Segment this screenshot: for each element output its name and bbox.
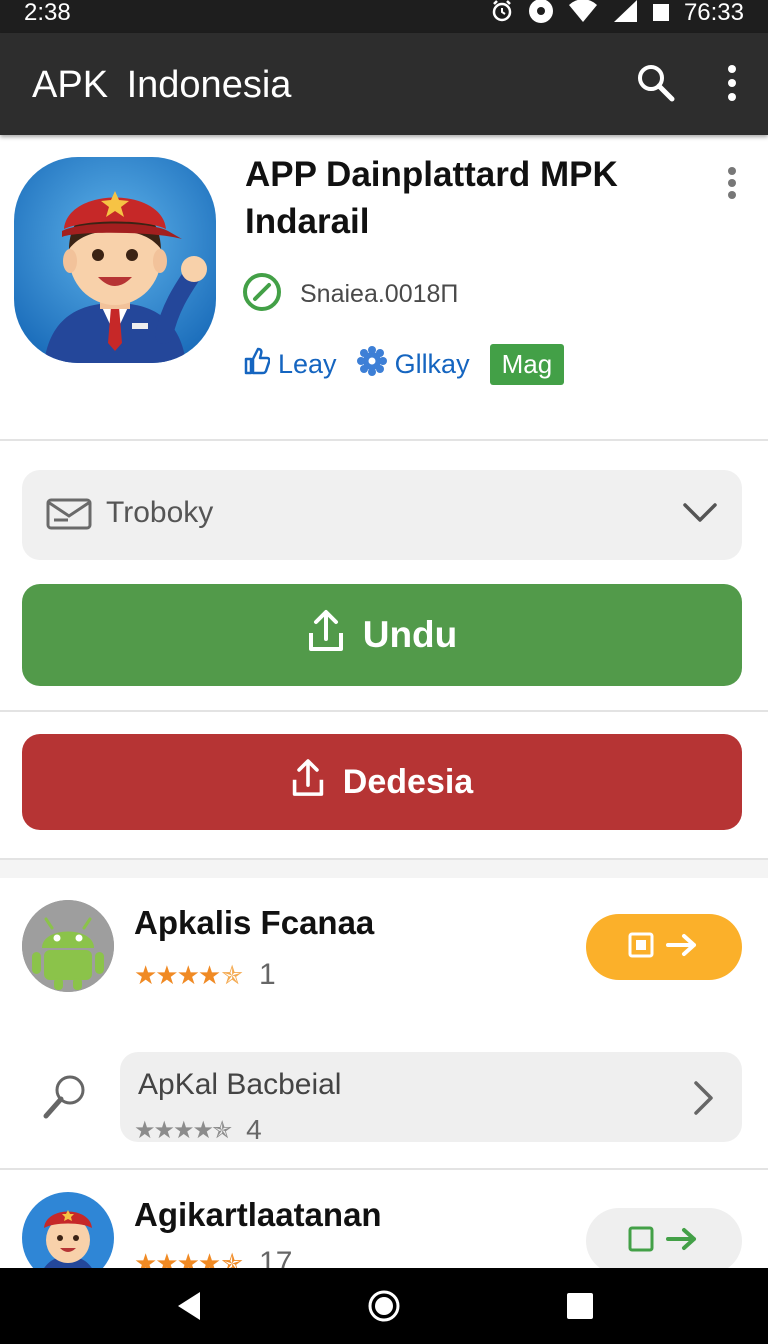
- sync-icon: [528, 0, 554, 29]
- tag-row: Leay Gllkay Mag: [244, 343, 565, 385]
- tag-like-label: Leay: [278, 348, 337, 379]
- open-app-button[interactable]: [586, 914, 742, 980]
- tag-category-label: Gllkay: [394, 348, 470, 379]
- star-icon: ★★★★: [134, 1247, 221, 1269]
- download-button-label: Undu: [362, 614, 458, 655]
- upload-icon: [291, 758, 325, 807]
- status-bar: 2:38 76:33: [0, 0, 768, 33]
- section-divider: [0, 858, 768, 878]
- navigation-bar: [0, 1268, 768, 1344]
- signal-icon: [612, 0, 638, 28]
- app-window-icon: [628, 1226, 654, 1257]
- app-window-icon: [628, 932, 654, 963]
- app-header: APP Dainplattard MPK Indarail Snaiea.001…: [0, 135, 768, 441]
- recents-icon[interactable]: [562, 1288, 598, 1324]
- thumbs-up-icon: [244, 347, 271, 382]
- mail-icon: [46, 498, 92, 535]
- android-avatar: [22, 900, 114, 992]
- rating-count: 4: [246, 1114, 262, 1145]
- rating-stars: ★★★★ ✯ 1: [134, 958, 276, 992]
- app-bar-title: APK Indonesia: [32, 64, 292, 106]
- rating-stars: ★★★★ ✯ 17: [134, 1246, 292, 1268]
- tag-category[interactable]: Gllkay: [356, 345, 470, 383]
- list-item-name: ApKal Bacbeial: [138, 1068, 342, 1101]
- app-title: APP Dainplattard MPK Indarail: [245, 155, 618, 241]
- open-app-button[interactable]: [586, 1208, 742, 1268]
- gear-icon: [356, 345, 387, 383]
- rating-count: 17: [259, 1246, 293, 1268]
- app-version: Snaiea.0018П: [300, 280, 459, 308]
- tag-like[interactable]: Leay: [244, 347, 337, 382]
- chevron-right-icon: [692, 1080, 716, 1121]
- status-icons: 76:33: [490, 0, 744, 26]
- home-icon[interactable]: [366, 1288, 402, 1324]
- arrow-right-icon: [666, 1227, 700, 1256]
- arrow-right-icon: [666, 933, 700, 962]
- list-item-name: Apkalis Fcanaa: [134, 904, 375, 941]
- status-time: 2:38: [24, 0, 71, 26]
- divider: [0, 710, 768, 712]
- status-clock: 76:33: [683, 0, 744, 26]
- list-item-name: Аgikartlaatanan: [134, 1196, 382, 1233]
- back-icon[interactable]: [172, 1288, 208, 1324]
- badge: Mag: [489, 343, 565, 385]
- alarm-icon: [490, 0, 514, 28]
- rating-count: 1: [259, 958, 276, 991]
- list-item[interactable]: Аgikartlaatanan ★★★★ ✯ 17: [0, 1170, 768, 1268]
- version-row: Snaiea.0018П: [242, 272, 458, 317]
- app-icon: [14, 157, 216, 363]
- secondary-button-label: Dedesia: [342, 762, 474, 801]
- half-star-icon: ✯: [221, 959, 243, 990]
- list-item[interactable]: Apkalis Fcanaa ★★★★ ✯ 1: [0, 878, 768, 1048]
- chevron-down-icon: [682, 500, 718, 529]
- more-vert-icon[interactable]: [714, 63, 750, 103]
- dropdown-label: Troboky: [106, 496, 214, 529]
- star-icon: ★★★★: [134, 959, 221, 990]
- wifi-icon: [568, 0, 598, 28]
- download-button[interactable]: Undu: [22, 584, 742, 686]
- version-dropdown[interactable]: Troboky: [22, 470, 742, 560]
- star-icon: ★★★★: [134, 1116, 214, 1144]
- verified-icon: [242, 272, 282, 317]
- secondary-download-button[interactable]: Dedesia: [22, 734, 742, 830]
- app-bar: APK Indonesia: [0, 33, 768, 135]
- app-avatar: [22, 1192, 114, 1268]
- list-item[interactable]: ApKal Bacbeial ★★★★ ✯ 4: [120, 1052, 742, 1145]
- battery-icon: [652, 0, 670, 27]
- half-star-icon: ✯: [212, 1116, 232, 1144]
- rating-stars: ★★★★ ✯ 4: [134, 1114, 262, 1146]
- search-icon: [40, 1072, 90, 1127]
- app-more-icon[interactable]: [718, 163, 746, 203]
- half-star-icon: ✯: [221, 1247, 243, 1269]
- search-icon[interactable]: [636, 63, 676, 103]
- upload-icon: [307, 609, 345, 662]
